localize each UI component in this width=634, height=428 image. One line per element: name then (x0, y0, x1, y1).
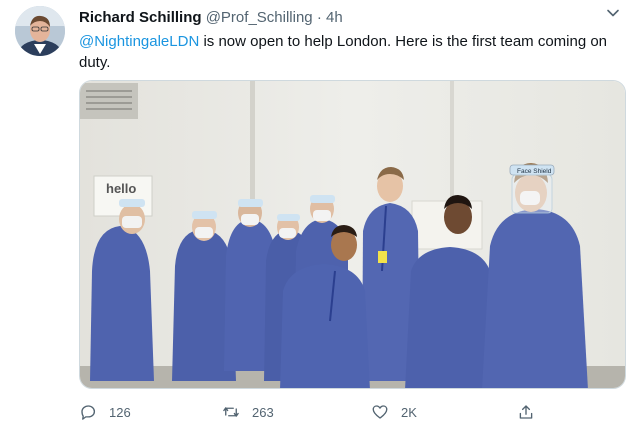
mention-link[interactable]: @NightingaleLDN (79, 33, 199, 50)
retweet-count: 263 (252, 404, 274, 420)
tweet-photo[interactable]: hello Face Shield (79, 80, 626, 389)
reply-icon (81, 405, 96, 420)
like-count: 2K (401, 404, 417, 420)
team-photo: hello Face Shield (80, 81, 625, 388)
retweet-icon (223, 407, 239, 417)
like-button[interactable]: 2K (371, 401, 417, 423)
reply-button[interactable]: 126 (79, 401, 131, 423)
tweet-header: Richard Schilling @Prof_Schilling · 4h (79, 8, 604, 28)
avatar[interactable] (15, 6, 65, 56)
share-button[interactable] (517, 401, 535, 423)
author-name[interactable]: Richard Schilling (79, 9, 202, 26)
face-shield-label: Face Shield (517, 168, 552, 175)
separator-dot: · (316, 9, 322, 26)
wall-sign-text: hello (106, 181, 136, 196)
tweet-text: @NightingaleLDN is now open to help Lond… (79, 31, 619, 73)
tweet-timestamp[interactable]: 4h (326, 9, 343, 26)
caret-down-icon[interactable] (606, 6, 620, 20)
reply-count: 126 (109, 404, 131, 420)
tweet-actions: 126 263 2K (79, 401, 549, 423)
avatar-image (15, 6, 65, 56)
retweet-button[interactable]: 263 (222, 401, 274, 423)
share-icon (519, 405, 533, 419)
like-icon (372, 405, 388, 419)
author-handle[interactable]: @Prof_Schilling (206, 9, 313, 26)
